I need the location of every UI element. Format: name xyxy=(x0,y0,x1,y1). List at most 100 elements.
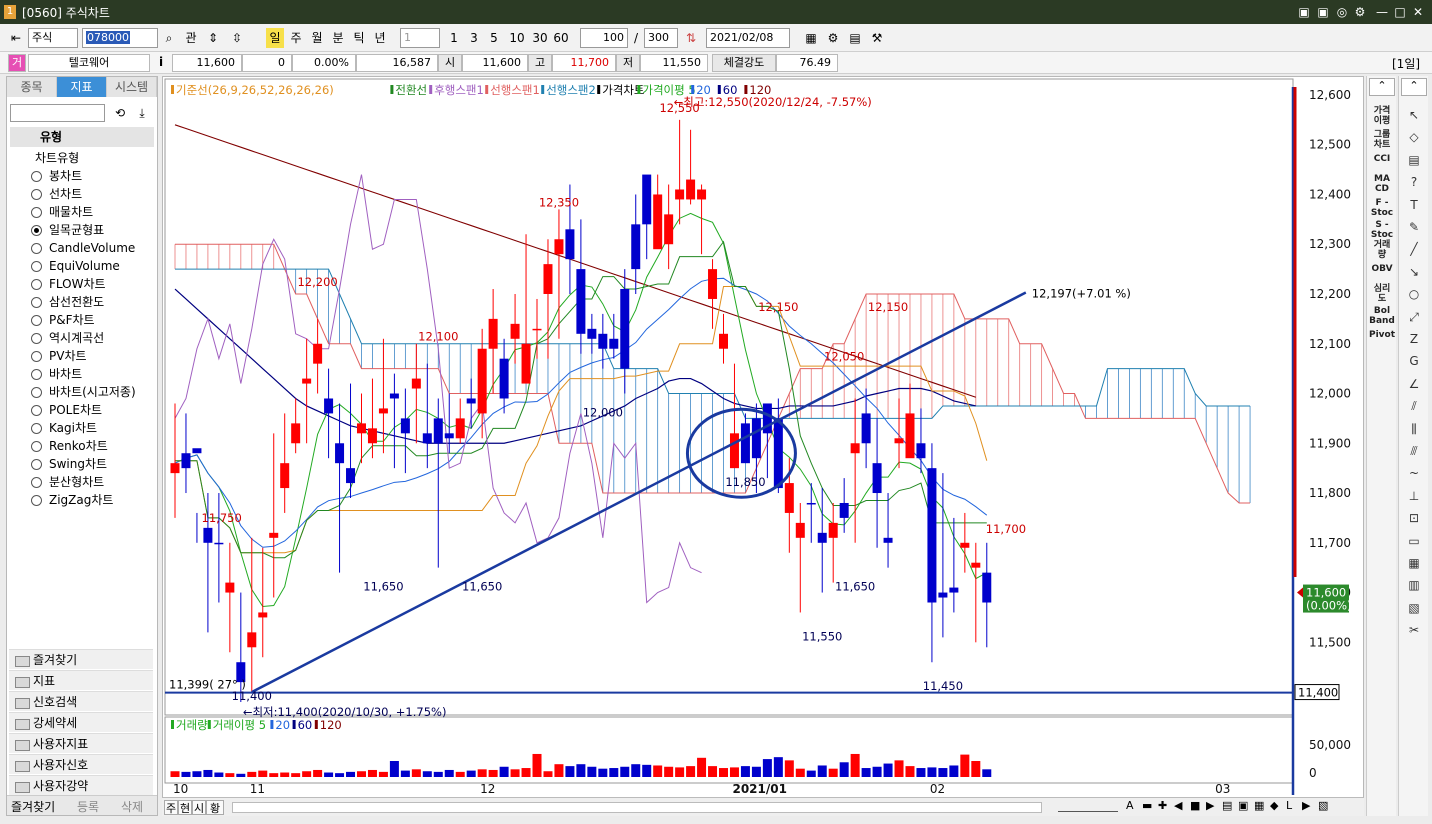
candle-body[interactable] xyxy=(378,408,388,414)
candle-body[interactable] xyxy=(938,592,948,598)
candle-body[interactable] xyxy=(861,413,871,444)
indicator-shortcut[interactable]: CCI xyxy=(1367,154,1397,164)
candle-body[interactable] xyxy=(181,453,191,469)
minute-unit-select[interactable]: 1 xyxy=(400,28,440,48)
minimize-button[interactable]: — xyxy=(1374,4,1390,20)
search-icon[interactable]: ⌕ xyxy=(160,28,178,48)
indicator-shortcut[interactable]: 심리 도 xyxy=(1367,284,1397,304)
volume-bar[interactable] xyxy=(631,764,641,777)
candle-body[interactable] xyxy=(291,423,301,444)
drawing-tool-icon[interactable]: ⫽ xyxy=(1404,397,1424,415)
chart-type-radio[interactable] xyxy=(31,387,42,398)
drawing-tool-icon[interactable]: ▥ xyxy=(1404,576,1424,594)
volume-bar[interactable] xyxy=(291,773,301,777)
chart-control-icon[interactable]: ▣ xyxy=(1238,799,1248,812)
volume-bar[interactable] xyxy=(225,773,235,777)
candle-body[interactable] xyxy=(532,328,542,331)
chart-type-radio[interactable] xyxy=(31,477,42,488)
volume-bar[interactable] xyxy=(795,768,805,777)
candle-body[interactable] xyxy=(521,343,531,384)
chart-type-radio[interactable] xyxy=(31,225,42,236)
drawing-tool-icon[interactable]: G xyxy=(1404,352,1424,370)
save-icon[interactable]: ▤ xyxy=(846,28,864,48)
candle-body[interactable] xyxy=(927,468,937,603)
candle-body[interactable] xyxy=(225,582,235,593)
interval-1[interactable]: 1 xyxy=(446,28,462,48)
scroll-up-icon[interactable]: ⌃ xyxy=(1369,78,1395,96)
interval-60[interactable]: 60 xyxy=(550,28,572,48)
volume-bar[interactable] xyxy=(861,768,871,777)
chart-type-label[interactable]: 바차트(시고저종) xyxy=(49,385,136,399)
candle-body[interactable] xyxy=(971,562,981,568)
chart-type-radio[interactable] xyxy=(31,261,42,272)
drawing-tool-icon[interactable]: ↖ xyxy=(1404,106,1424,124)
volume-bar[interactable] xyxy=(565,766,575,777)
candle-body[interactable] xyxy=(631,224,641,270)
folder-item[interactable]: 즐겨찾기 xyxy=(9,649,153,669)
volume-bar[interactable] xyxy=(400,770,410,777)
refresh-icon[interactable]: ⇅ xyxy=(682,28,700,48)
chart-type-label[interactable]: Kagi차트 xyxy=(49,421,97,435)
chart-type-radio[interactable] xyxy=(31,189,42,200)
candle-body[interactable] xyxy=(214,542,224,545)
period-week[interactable]: 주 xyxy=(287,28,305,48)
candle-body[interactable] xyxy=(466,398,476,404)
drawing-tool-icon[interactable]: ∠ xyxy=(1404,375,1424,393)
indicator-search-input[interactable] xyxy=(10,104,105,122)
candle-body[interactable] xyxy=(280,463,290,489)
period-year[interactable]: 년 xyxy=(371,28,389,48)
total-input[interactable]: 300 xyxy=(644,28,678,48)
chart-type-radio[interactable] xyxy=(31,405,42,416)
candle-body[interactable] xyxy=(894,438,904,444)
chart-control-icon[interactable]: ▤ xyxy=(1222,799,1232,812)
chart-control-icon[interactable]: ◆ xyxy=(1270,799,1278,812)
candle-body[interactable] xyxy=(356,423,366,434)
chart-type-label[interactable]: P&F차트 xyxy=(49,313,95,327)
candle-body[interactable] xyxy=(565,229,575,260)
zoom-slider[interactable] xyxy=(1058,804,1118,812)
candle-body[interactable] xyxy=(499,358,509,399)
market-select[interactable]: 주식 xyxy=(28,28,78,48)
period-tick[interactable]: 틱 xyxy=(350,28,368,48)
candle-body[interactable] xyxy=(598,333,608,349)
stock-name[interactable]: 텔코웨어 xyxy=(28,54,150,72)
volume-bar[interactable] xyxy=(499,766,509,777)
interval-10[interactable]: 10 xyxy=(506,28,528,48)
volume-bar[interactable] xyxy=(346,771,356,777)
toggle-icon[interactable]: ⇕ xyxy=(204,28,222,48)
volume-bar[interactable] xyxy=(828,768,838,777)
volume-bar[interactable] xyxy=(905,766,915,777)
first-icon[interactable]: ⇤ xyxy=(8,28,24,48)
chart-control-icon[interactable]: L xyxy=(1286,799,1292,812)
volume-bar[interactable] xyxy=(170,771,180,777)
interval-30[interactable]: 30 xyxy=(529,28,551,48)
volume-bar[interactable] xyxy=(850,753,860,777)
candle-body[interactable] xyxy=(751,418,761,459)
candle-body[interactable] xyxy=(400,418,410,434)
chart-type-label[interactable]: 역시계곡선 xyxy=(49,331,104,345)
volume-bar[interactable] xyxy=(708,766,718,777)
volume-bar[interactable] xyxy=(192,771,202,777)
chart-area[interactable]: 12,600 12,500 12,400 12,300 12,200 12,100 12,0… xyxy=(162,76,1364,816)
volume-bar[interactable] xyxy=(521,768,531,777)
code-input[interactable]: 078000 xyxy=(82,28,158,48)
volume-bar[interactable] xyxy=(576,764,586,777)
candle-body[interactable] xyxy=(203,527,213,543)
candle-body[interactable] xyxy=(587,328,597,339)
chart-control-icon[interactable]: ✚ xyxy=(1158,799,1167,812)
candle-body[interactable] xyxy=(960,542,970,548)
chart-control-icon[interactable]: ■ xyxy=(1190,799,1200,812)
chart-type-radio[interactable] xyxy=(31,333,42,344)
candle-body[interactable] xyxy=(455,418,465,439)
candle-body[interactable] xyxy=(335,443,345,464)
volume-bar[interactable] xyxy=(247,771,257,777)
candle-body[interactable] xyxy=(795,522,805,538)
chart-type-radio[interactable] xyxy=(31,171,42,182)
candle-body[interactable] xyxy=(576,269,586,334)
candle-body[interactable] xyxy=(839,502,849,518)
candle-body[interactable] xyxy=(422,433,432,444)
volume-bar[interactable] xyxy=(313,769,323,777)
volume-bar[interactable] xyxy=(378,771,388,777)
drawing-tool-icon[interactable]: ▦ xyxy=(1404,554,1424,572)
volume-bar[interactable] xyxy=(510,769,520,777)
